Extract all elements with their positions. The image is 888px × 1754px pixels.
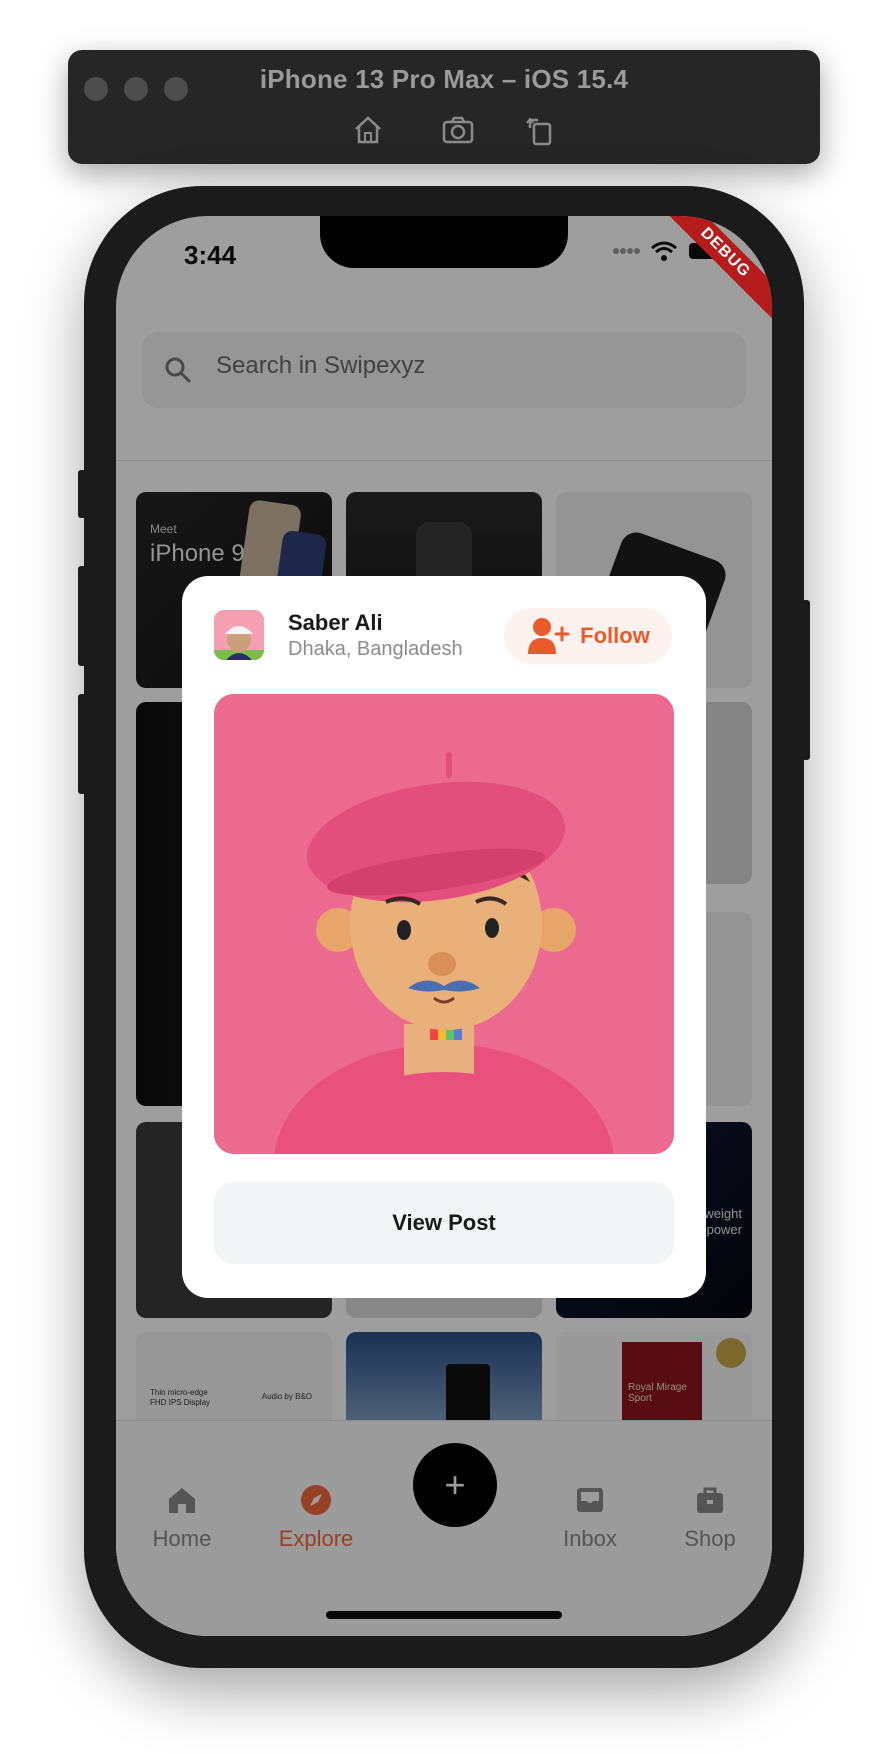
avatar[interactable]: [214, 610, 264, 660]
rotate-icon[interactable]: [522, 112, 558, 148]
post-image[interactable]: [214, 694, 674, 1154]
user-location: Dhaka, Bangladesh: [288, 638, 463, 660]
simulator-title: iPhone 13 Pro Max – iOS 15.4: [259, 64, 629, 94]
home-icon[interactable]: [350, 112, 386, 148]
volume-up-button: [78, 566, 86, 666]
view-post-button[interactable]: View Post: [214, 1182, 674, 1264]
post-preview-modal: Saber Ali Dhaka, Bangladesh Follow View …: [182, 576, 706, 1298]
phone-screen: 3:44 DEBUG Search in Swipexyz Meet iPhon…: [116, 216, 772, 1636]
follow-button[interactable]: Follow: [504, 608, 672, 664]
user-name[interactable]: Saber Ali: [288, 610, 383, 636]
avatar-image: [214, 610, 264, 660]
add-user-icon: [528, 618, 570, 654]
screenshot-icon[interactable]: [440, 112, 476, 148]
power-button: [802, 600, 810, 760]
mute-switch: [78, 470, 86, 518]
simulator-title-bar: iPhone 13 Pro Max – iOS 15.4: [68, 50, 820, 164]
follow-label: Follow: [580, 623, 650, 648]
volume-down-button: [78, 694, 86, 794]
character-illustration: [214, 694, 674, 1154]
